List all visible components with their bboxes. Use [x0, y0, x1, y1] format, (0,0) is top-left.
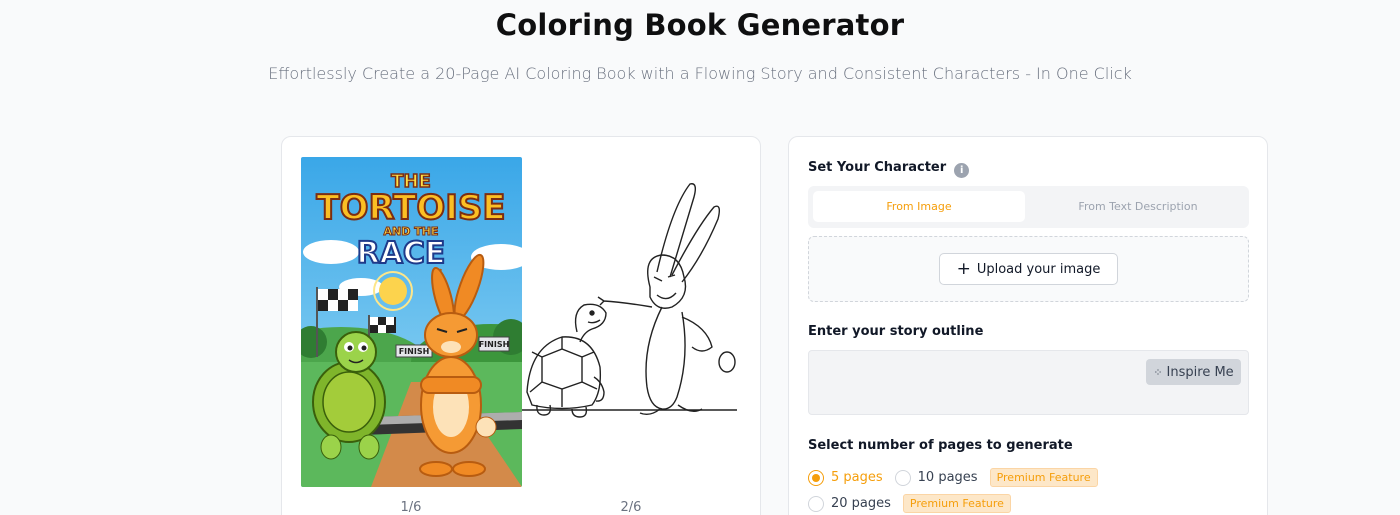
page-count-options-row: 5 pages 10 pages Premium Feature [808, 468, 1110, 487]
page-indicator: 1/6 [400, 500, 422, 515]
story-outline-input[interactable]: ⁘ Inspire Me [808, 350, 1249, 415]
page-indicator: 2/6 [620, 500, 642, 515]
radio-label-10-pages[interactable]: 10 pages [918, 470, 978, 485]
radio-label-5-pages[interactable]: 5 pages [831, 470, 883, 485]
settings-card: Set Your Character i From Image From Text… [788, 136, 1268, 515]
upload-button-label: Upload your image [976, 261, 1101, 277]
character-section-label: Set Your Character i [808, 160, 970, 178]
radio-label-20-pages[interactable]: 20 pages [831, 496, 891, 511]
page-count-options-row: 20 pages Premium Feature [808, 494, 1023, 513]
character-source-tabs: From Image From Text Description [808, 186, 1249, 228]
radio-5-pages[interactable] [808, 469, 824, 486]
cover-image[interactable]: FINISH FINISH THE TORTOISE AND THE RACE [301, 157, 522, 487]
preview-card: FINISH FINISH THE TORTOISE AND THE RACE … [281, 136, 761, 515]
page-subtitle: Effortlessly Create a 20-Page AI Colorin… [268, 64, 1132, 83]
tab-from-image[interactable]: From Image [813, 191, 1025, 222]
radio-20-pages[interactable] [808, 495, 824, 512]
premium-badge: Premium Feature [989, 468, 1098, 487]
cover-title-line: RACE [357, 236, 446, 271]
info-icon[interactable]: i [954, 163, 970, 178]
story-section-label: Enter your story outline [808, 324, 984, 339]
character-label-text: Set Your Character [808, 160, 947, 175]
page-title: Coloring Book Generator [495, 8, 905, 42]
radio-10-pages[interactable] [894, 469, 911, 486]
cover-title-line: TORTOISE [316, 188, 505, 228]
inspire-me-button[interactable]: ⁘ Inspire Me [1146, 359, 1241, 385]
upload-image-button[interactable]: + Upload your image [939, 253, 1118, 285]
pages-section-label: Select number of pages to generate [808, 438, 1073, 453]
image-upload-dropzone[interactable]: + Upload your image [808, 236, 1249, 302]
magic-wand-icon: ⁘ [1153, 365, 1163, 379]
premium-badge: Premium Feature [902, 494, 1011, 513]
tab-from-text-description[interactable]: From Text Description [1032, 191, 1244, 222]
plus-icon: + [956, 258, 971, 279]
finish-sign-text: FINISH [399, 347, 430, 356]
inspire-button-label: Inspire Me [1166, 364, 1234, 380]
finish-sign-text: FINISH [479, 340, 510, 349]
coloring-page-image[interactable] [522, 177, 742, 437]
